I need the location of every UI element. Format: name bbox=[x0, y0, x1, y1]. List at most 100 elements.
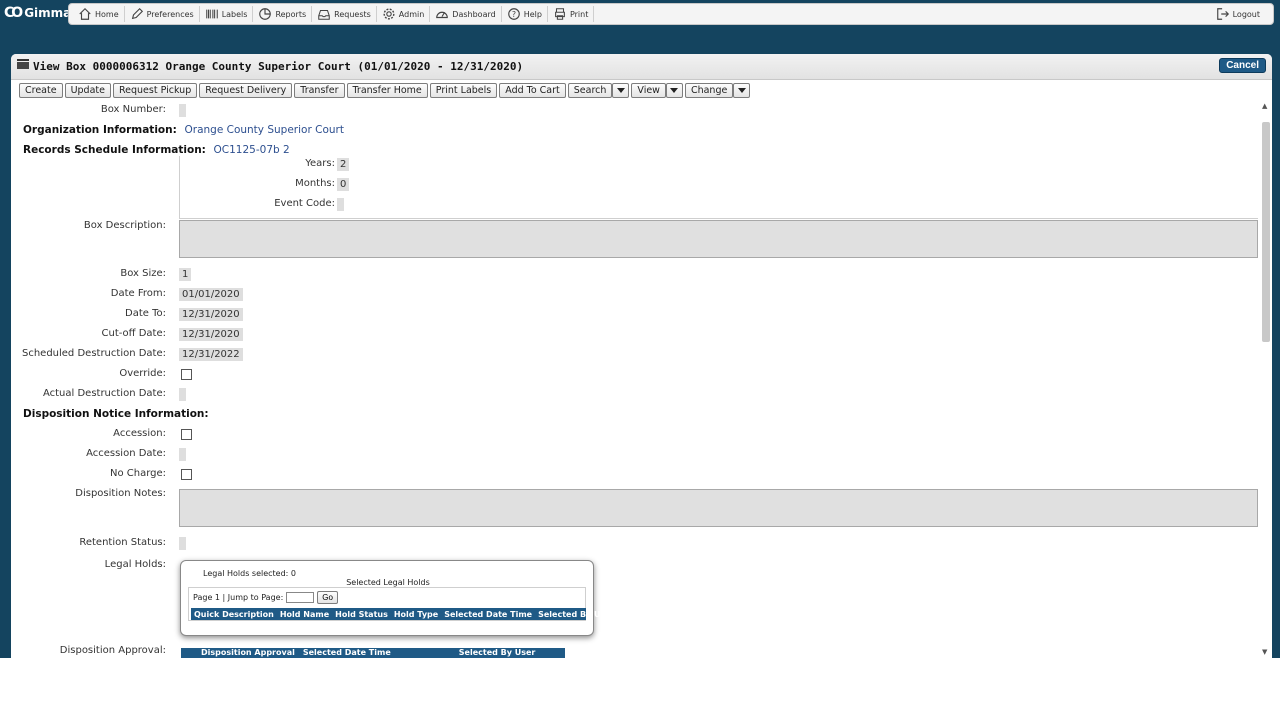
column-header[interactable]: Selected By User bbox=[455, 648, 540, 657]
add-to-cart-button[interactable]: Add To Cart bbox=[499, 83, 566, 98]
no-charge-label: No Charge: bbox=[109, 468, 166, 479]
search-button[interactable]: Search bbox=[567, 83, 613, 98]
accession-date-value bbox=[179, 448, 186, 461]
nav-dashboard[interactable]: Dashboard bbox=[430, 4, 500, 24]
disposition-notes-field[interactable] bbox=[179, 489, 1258, 527]
scroll-down-icon[interactable]: ▼ bbox=[1262, 648, 1267, 656]
column-header[interactable]: Selected Date Time bbox=[441, 610, 535, 619]
gimmal-logo[interactable]: CO Gimmal bbox=[4, 5, 75, 21]
print-labels-button[interactable]: Print Labels bbox=[429, 83, 498, 98]
change-button[interactable]: Change bbox=[684, 83, 734, 98]
jump-to-page-input[interactable] bbox=[286, 592, 315, 603]
organization-link[interactable]: Orange County Superior Court bbox=[184, 124, 343, 136]
date-from-value: 01/01/2020 bbox=[179, 288, 243, 301]
disposition-notes-label: Disposition Notes: bbox=[75, 488, 166, 499]
date-from-label: Date From: bbox=[110, 288, 166, 299]
nav-admin[interactable]: Admin bbox=[377, 4, 430, 24]
column-header[interactable]: Selected By User bbox=[535, 610, 618, 619]
no-charge-checkbox[interactable] bbox=[181, 469, 192, 480]
page-title: View Box 0000006312 Orange County Superi… bbox=[33, 60, 524, 73]
organization-info-section: Organization Information: Orange County … bbox=[23, 124, 344, 136]
box-number-value bbox=[179, 104, 186, 117]
create-button[interactable]: Create bbox=[19, 83, 63, 98]
override-checkbox[interactable] bbox=[181, 369, 192, 380]
cutoff-date-label: Cut-off Date: bbox=[101, 328, 167, 339]
nav-preferences-label: Preferences bbox=[146, 9, 194, 19]
home-icon bbox=[79, 7, 91, 20]
actual-destruction-label: Actual Destruction Date: bbox=[42, 388, 166, 399]
logout-icon bbox=[1216, 8, 1229, 20]
disposition-approval-label: Disposition Approval: bbox=[59, 645, 166, 656]
change-dropdown-icon[interactable] bbox=[733, 83, 751, 98]
request-delivery-button[interactable]: Request Delivery bbox=[199, 83, 293, 98]
request-pickup-button[interactable]: Request Pickup bbox=[112, 83, 198, 98]
actual-destruction-value bbox=[179, 388, 186, 401]
inbox-icon bbox=[318, 9, 330, 20]
nav-print-label: Print bbox=[569, 9, 589, 19]
pencil-icon bbox=[131, 7, 143, 20]
legal-holds-table-title: Selected Legal Holds bbox=[346, 578, 430, 587]
panel-header: View Box 0000006312 Orange County Superi… bbox=[11, 54, 1272, 80]
nav-reports-label: Reports bbox=[275, 9, 307, 19]
update-button[interactable]: Update bbox=[64, 83, 111, 98]
accession-date-label: Accession Date: bbox=[86, 448, 166, 459]
legal-holds-pager: Page 1 | Jump to Page: Go bbox=[193, 591, 338, 604]
logout-label: Logout bbox=[1232, 9, 1260, 19]
nav-labels-label: Labels bbox=[221, 9, 248, 19]
override-label: Override: bbox=[119, 368, 166, 379]
nav-help-label: Help bbox=[523, 9, 542, 19]
printer-icon bbox=[555, 8, 565, 20]
legal-holds-table: Page 1 | Jump to Page: Go Quick Descript… bbox=[188, 587, 615, 621]
organization-info-label: Organization Information: bbox=[23, 124, 177, 136]
event-code-value bbox=[337, 198, 344, 211]
retention-status-value bbox=[179, 537, 186, 550]
collapse-icon[interactable] bbox=[17, 58, 29, 69]
years-value: 2 bbox=[337, 158, 350, 171]
column-header[interactable]: Hold Status bbox=[332, 610, 391, 619]
question-icon: ? bbox=[507, 8, 520, 20]
go-button[interactable]: Go bbox=[317, 591, 338, 604]
date-to-value: 12/31/2020 bbox=[179, 308, 243, 321]
cancel-button[interactable]: Cancel bbox=[1219, 58, 1266, 73]
nav-home-label: Home bbox=[95, 9, 119, 19]
nav-home[interactable]: Home bbox=[73, 4, 124, 24]
nav-dashboard-label: Dashboard bbox=[452, 9, 496, 19]
vertical-scrollbar[interactable]: ▲ ▼ bbox=[1261, 100, 1270, 658]
top-navigation-bar: Home Preferences Labels Reports Requests… bbox=[68, 3, 1274, 25]
logout-button[interactable]: Logout bbox=[1211, 4, 1265, 24]
nav-admin-label: Admin bbox=[398, 9, 425, 19]
legal-holds-count: Legal Holds selected: 0 bbox=[203, 569, 297, 578]
months-value: 0 bbox=[337, 178, 350, 191]
box-description-field[interactable] bbox=[179, 220, 1258, 258]
accession-checkbox[interactable] bbox=[181, 429, 192, 440]
nav-requests[interactable]: Requests bbox=[312, 4, 376, 24]
legal-holds-table-header: Quick Description Hold Name Hold Status … bbox=[191, 608, 615, 620]
retention-status-label: Retention Status: bbox=[79, 537, 166, 548]
disposition-notice-section: Disposition Notice Information: bbox=[23, 408, 209, 420]
scheduled-destruction-label: Scheduled Destruction Date: bbox=[21, 348, 166, 359]
transfer-button[interactable]: Transfer bbox=[294, 83, 345, 98]
nav-help[interactable]: ? Help bbox=[502, 4, 547, 24]
column-header[interactable]: Hold Name bbox=[277, 610, 332, 619]
legal-holds-panel: Legal Holds selected: 0 Selected Legal H… bbox=[180, 560, 615, 636]
nav-preferences[interactable]: Preferences bbox=[125, 4, 199, 24]
search-dropdown-icon[interactable] bbox=[612, 83, 630, 98]
column-header[interactable]: Disposition Approval bbox=[197, 648, 299, 657]
column-header[interactable]: Quick Description bbox=[191, 610, 277, 619]
nav-print[interactable]: Print bbox=[548, 4, 593, 24]
view-dropdown-icon[interactable] bbox=[665, 83, 683, 98]
gear-icon bbox=[383, 8, 395, 20]
column-header[interactable]: Selected Date Time bbox=[299, 648, 395, 657]
legal-holds-label: Legal Holds: bbox=[104, 559, 166, 570]
view-button[interactable]: View bbox=[631, 83, 666, 98]
pager-text: Page 1 | Jump to Page: bbox=[193, 593, 284, 602]
scroll-up-icon[interactable]: ▲ bbox=[1262, 102, 1267, 110]
accession-label: Accession: bbox=[113, 428, 166, 439]
records-schedule-link[interactable]: OC1125-07b 2 bbox=[214, 144, 290, 156]
scrollbar-thumb[interactable] bbox=[1262, 122, 1270, 342]
transfer-home-button[interactable]: Transfer Home bbox=[346, 83, 428, 98]
action-toolbar: Create Update Request Pickup Request Del… bbox=[19, 83, 751, 98]
nav-reports[interactable]: Reports bbox=[253, 4, 311, 24]
nav-labels[interactable]: Labels bbox=[200, 4, 253, 24]
column-header[interactable]: Hold Type bbox=[391, 610, 441, 619]
